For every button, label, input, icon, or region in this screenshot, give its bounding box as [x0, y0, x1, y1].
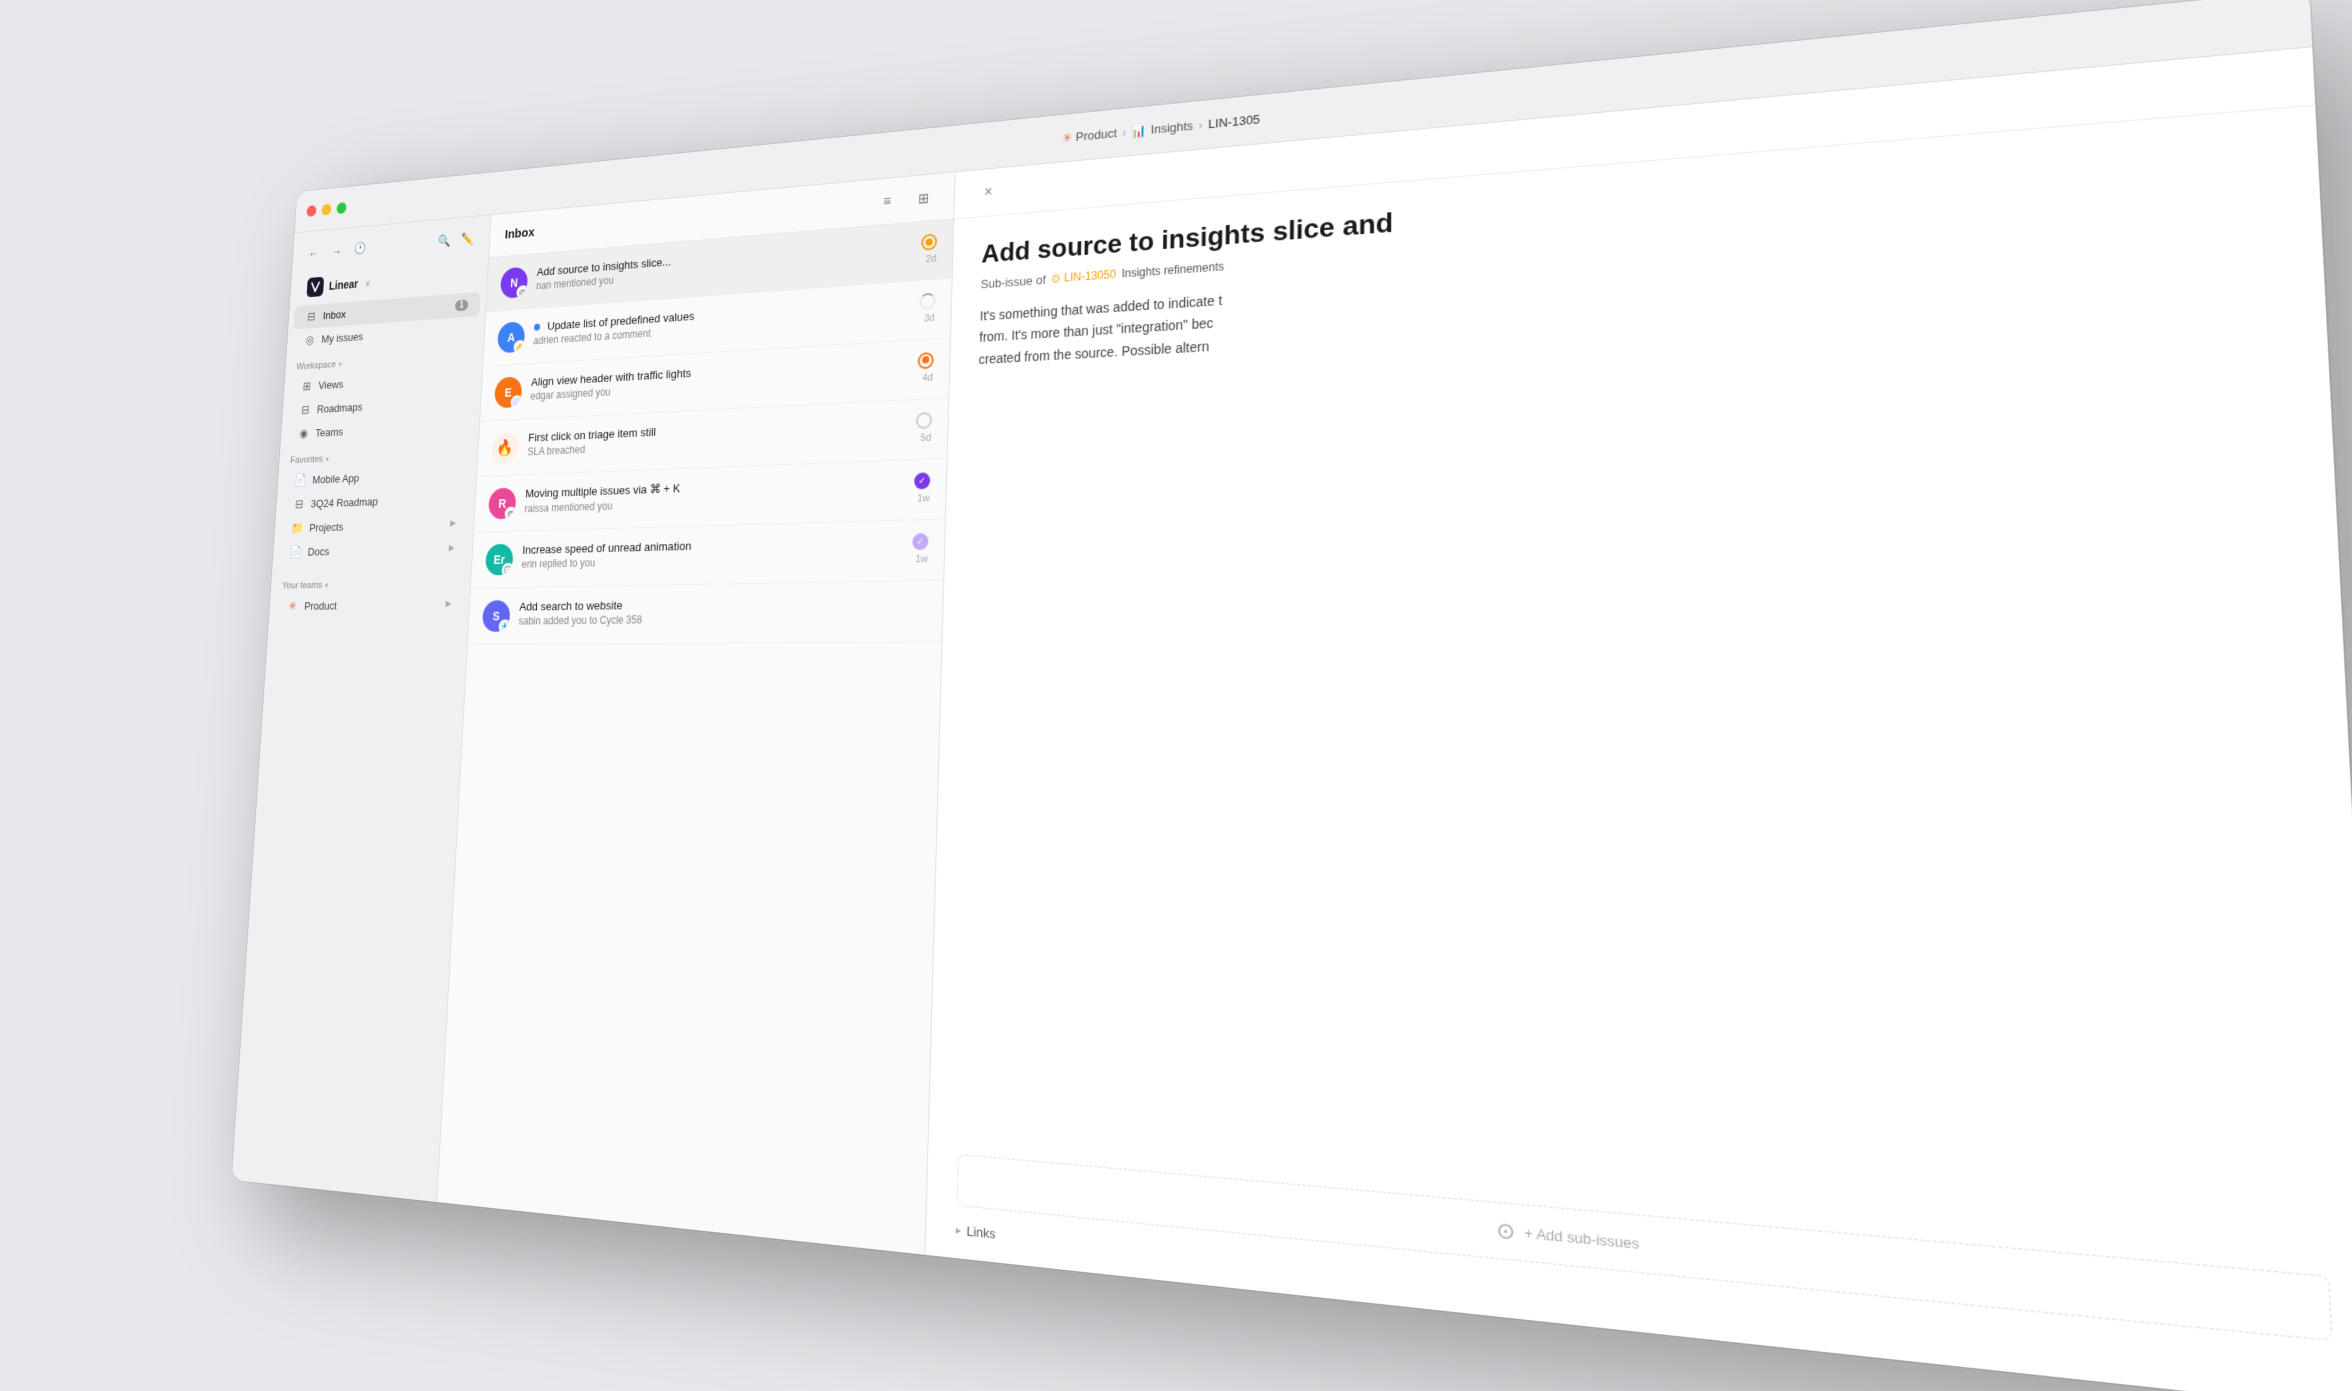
minimize-button[interactable]	[321, 203, 331, 215]
overlay-reply: 💬	[501, 563, 513, 576]
teams-icon: ◉	[297, 426, 310, 441]
back-button[interactable]: ←	[303, 240, 324, 264]
sidebar-action-buttons: 🔍 ✏️	[434, 226, 479, 253]
unread-dot-2	[534, 324, 540, 331]
add-sub-issues-label: + Add sub-issues	[1524, 1225, 1639, 1253]
notification-item-lin4992[interactable]: Er 💬 Increase speed of unread animation …	[471, 519, 945, 588]
avatar-adrien: A 👍	[497, 321, 525, 353]
overlay-mention2: @	[504, 506, 516, 519]
sidebar-item-docs[interactable]: 📄 Docs ▶	[278, 535, 467, 564]
notif-time-5: 1w	[917, 493, 930, 505]
notification-item-lin4909[interactable]: S + Add search to website sabin added yo…	[468, 581, 944, 645]
roadmaps-icon: ⊟	[299, 403, 312, 418]
notif-time-1: 2d	[926, 253, 937, 265]
search-button[interactable]: 🔍	[434, 228, 455, 253]
your-teams-chevron: ▾	[325, 581, 329, 590]
notif-meta-4: 5d	[915, 412, 932, 444]
sub-issue-icon: ⊙	[1051, 272, 1060, 286]
breadcrumb-insights[interactable]: 📊 Insights	[1132, 118, 1193, 139]
projects-icon: 📁	[291, 521, 304, 535]
roadmap-fav-icon: ⊟	[292, 497, 305, 511]
history-button[interactable]: 🕐	[350, 236, 371, 260]
overlay-add: +	[498, 619, 510, 631]
my-issues-icon: ◎	[303, 333, 316, 348]
app-logo-icon	[306, 277, 324, 298]
avatar-edgar: E →	[494, 376, 522, 408]
notif-content-7: Add search to website sabin added you to…	[518, 594, 916, 627]
docs-arrow: ▶	[449, 543, 455, 553]
breadcrumb-sep-1: ›	[1122, 125, 1126, 138]
status-icon-4	[916, 412, 932, 429]
overlay-mention: @	[516, 285, 528, 299]
compose-button[interactable]: ✏️	[457, 226, 479, 251]
avatar-raissa: R @	[488, 488, 517, 520]
status-icon-3	[918, 352, 934, 369]
your-teams-section-label[interactable]: Your teams ▾	[271, 567, 472, 594]
traffic-lights	[306, 202, 346, 217]
notif-time-6: 1w	[915, 554, 928, 566]
notif-meta-6: ✓ 1w	[912, 533, 929, 565]
status-icon-1	[921, 233, 937, 251]
notif-content-6: Increase speed of unread animation erin …	[521, 534, 902, 571]
docs-icon: 📄	[289, 545, 302, 559]
nav-buttons: ← → 🕐	[303, 236, 370, 264]
product-team-icon: ✳	[286, 599, 299, 613]
notif-meta-2: 3d	[919, 292, 936, 324]
avatar-fire: 🔥	[491, 432, 520, 464]
notif-meta-1: 2d	[921, 233, 938, 265]
overlay-assign: →	[510, 395, 522, 408]
status-icon-5: ✓	[914, 472, 930, 489]
filter-button[interactable]: ≡	[874, 187, 900, 216]
notif-time-4: 5d	[920, 432, 931, 444]
notif-meta-3: 4d	[917, 352, 934, 384]
inbox-icon: ⊟	[305, 309, 318, 324]
close-button[interactable]	[306, 205, 316, 217]
avatar-erin: Er 💬	[485, 544, 514, 576]
product-team-arrow: ▶	[445, 599, 451, 609]
links-label: Links	[966, 1223, 995, 1241]
status-icon-2	[919, 292, 935, 309]
notif-content-5: Moving multiple issues via ⌘ + K raissa …	[524, 473, 904, 515]
app-chevron: ∨	[365, 277, 371, 288]
app-name-label: Linear	[329, 277, 359, 292]
detail-body: It's something that was added to indicat…	[929, 215, 2352, 1254]
notif-meta-5: ✓ 1w	[914, 472, 931, 504]
breadcrumb-sep-2: ›	[1199, 118, 1203, 132]
settings-filter-button[interactable]: ⊞	[910, 183, 937, 212]
notif-time-3: 4d	[922, 372, 933, 384]
sub-issues-icon: ⊙	[1496, 1216, 1515, 1246]
favorites-chevron: ▾	[325, 454, 329, 463]
sidebar-item-product-team[interactable]: ✳ Product ▶	[274, 591, 464, 618]
views-icon: ⊞	[300, 379, 313, 394]
notif-time-2: 3d	[924, 313, 935, 325]
inbox-badge: 1	[455, 300, 469, 312]
status-icon-6: ✓	[912, 533, 928, 550]
avatar-sabin: S +	[482, 600, 511, 632]
notif-subtitle-7: sabin added you to Cycle 358	[518, 610, 915, 627]
insights-icon: 📊	[1132, 123, 1147, 139]
notif-content-4: First click on triage item still SLA bre…	[527, 413, 906, 458]
notif-content-3: Align view header with traffic lights ed…	[530, 354, 907, 403]
product-icon: ✳	[1062, 130, 1072, 146]
app-window: ✳ Product › 📊 Insights › LIN-1305 ← → 🕐	[232, 0, 2352, 1391]
breadcrumb-issue[interactable]: LIN-1305	[1208, 112, 1260, 131]
mobile-app-icon: 📄	[294, 473, 307, 487]
inbox-panel: Inbox ≡ ⊞ N @ LIN-13055 Add source to in…	[437, 172, 956, 1255]
workspace-chevron: ▾	[338, 360, 342, 369]
close-detail-button[interactable]: ×	[976, 178, 1002, 206]
links-chevron: ▸	[956, 1223, 962, 1237]
main-layout: ← → 🕐 🔍 ✏️ Linear ∨ ⊟	[232, 47, 2352, 1391]
detail-panel: × Add source to insights slice and Sub-i…	[925, 47, 2352, 1391]
maximize-button[interactable]	[336, 202, 346, 214]
forward-button[interactable]: →	[326, 238, 347, 262]
overlay-react: 👍	[513, 340, 525, 354]
breadcrumb-product[interactable]: ✳ Product	[1062, 125, 1117, 145]
avatar-nan: N @	[500, 267, 528, 299]
sub-issue-badge[interactable]: ⊙ LIN-13050	[1051, 268, 1116, 286]
projects-arrow: ▶	[450, 519, 456, 529]
